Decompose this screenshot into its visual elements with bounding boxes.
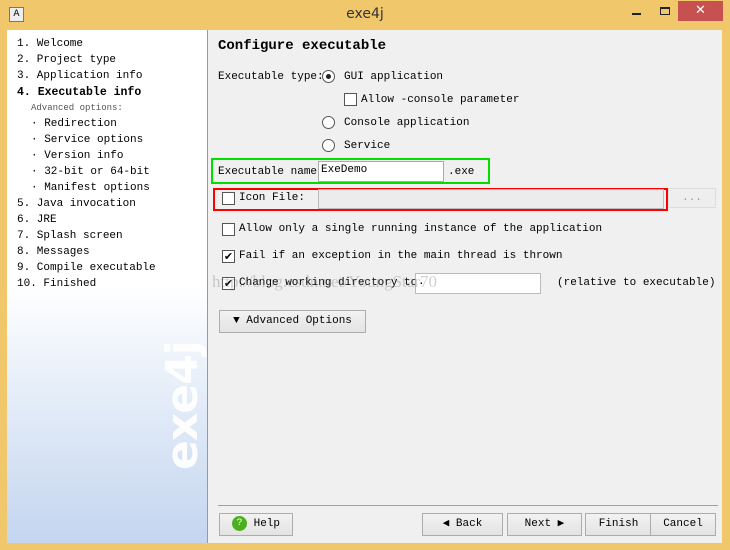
step-finished[interactable]: 10. Finished	[17, 278, 96, 290]
step-jre[interactable]: 6. JRE	[17, 214, 57, 226]
arrow-left-icon: ◀	[442, 518, 456, 530]
next-button[interactable]: Next ▶	[507, 513, 582, 536]
advanced-options-label: Advanced options:	[31, 103, 123, 113]
step-application-info[interactable]: 3. Application info	[17, 70, 142, 82]
single-instance-checkbox[interactable]	[222, 223, 235, 236]
step-messages[interactable]: 8. Messages	[17, 246, 90, 258]
close-button[interactable]: ✕	[678, 1, 723, 21]
fail-exception-checkbox[interactable]: ✔	[222, 250, 235, 263]
next-label: Next	[524, 518, 552, 530]
help-label: Help	[253, 518, 280, 530]
gui-application-label: GUI application	[344, 71, 444, 83]
step-service-options[interactable]: · Service options	[31, 134, 143, 146]
fail-exception-label: Fail if an exception in the main thread …	[239, 250, 563, 262]
step-project-type[interactable]: 2. Project type	[17, 54, 116, 66]
step-java-invocation[interactable]: 5. Java invocation	[17, 198, 136, 210]
help-icon: ?	[231, 515, 247, 531]
exe4j-logo: exe4j	[157, 341, 208, 470]
icon-file-input[interactable]	[318, 189, 664, 209]
title-bar: A exe4j ✕	[0, 0, 730, 30]
back-button[interactable]: ◀ Back	[422, 513, 503, 536]
allow-console-label: Allow -console parameter	[361, 94, 520, 106]
help-button[interactable]: ? Help	[219, 513, 293, 536]
icon-file-label: Icon File:	[239, 192, 306, 204]
single-instance-label: Allow only a single running instance of …	[239, 223, 603, 235]
step-executable-info[interactable]: 4. Executable info	[17, 86, 141, 99]
step-redirection[interactable]: · Redirection	[31, 118, 117, 130]
executable-name-label: Executable name:	[218, 166, 324, 178]
advanced-options-button[interactable]: ▼ Advanced Options	[219, 310, 366, 333]
step-32-64-bit[interactable]: · 32-bit or 64-bit	[31, 166, 150, 178]
step-manifest-options[interactable]: · Manifest options	[31, 182, 150, 194]
finish-button[interactable]: Finish	[585, 513, 652, 536]
content-panel: Configure executable Executable type: GU…	[208, 30, 722, 543]
arrow-right-icon: ▶	[551, 518, 565, 530]
icon-file-checkbox[interactable]	[222, 192, 235, 205]
back-label: Back	[455, 518, 483, 530]
executable-type-label: Executable type:	[218, 71, 324, 83]
step-compile-executable[interactable]: 9. Compile executable	[17, 262, 156, 274]
relative-note: (relative to executable)	[557, 277, 716, 289]
allow-console-checkbox[interactable]	[344, 93, 357, 106]
footer-divider	[218, 505, 718, 506]
service-label: Service	[344, 140, 391, 152]
radio-service[interactable]	[322, 139, 335, 152]
step-welcome[interactable]: 1. Welcome	[17, 38, 83, 50]
wizard-steps-sidebar: 1. Welcome 2. Project type 3. Applicatio…	[7, 30, 208, 543]
maximize-icon[interactable]	[660, 7, 670, 15]
step-version-info[interactable]: · Version info	[31, 150, 123, 162]
window-title: exe4j	[346, 6, 384, 22]
advanced-options-label: Advanced Options	[246, 315, 352, 327]
step-splash-screen[interactable]: 7. Splash screen	[17, 230, 123, 242]
icon-browse-button[interactable]: ...	[668, 188, 716, 208]
console-application-label: Console application	[344, 117, 470, 129]
cancel-button[interactable]: Cancel	[650, 513, 716, 536]
radio-console-application[interactable]	[322, 116, 335, 129]
minimize-icon[interactable]	[632, 13, 641, 15]
watermark: http://blog.csdn.net/YoungStar70	[212, 272, 437, 291]
triangle-down-icon: ▼	[233, 315, 247, 327]
executable-name-input[interactable]: ExeDemo	[318, 161, 444, 182]
exe-suffix: .exe	[448, 166, 475, 178]
page-title: Configure executable	[218, 38, 387, 54]
radio-gui-application[interactable]	[322, 70, 335, 83]
